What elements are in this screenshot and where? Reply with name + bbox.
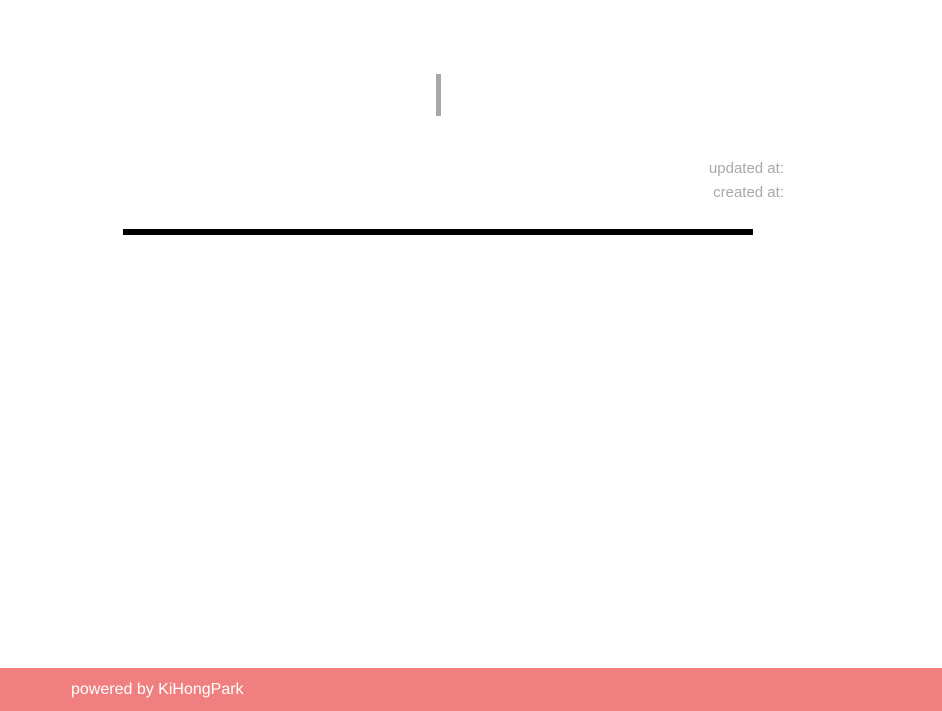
footer-credit: powered by KiHongPark [71, 681, 244, 698]
updated-at-label: updated at: [708, 160, 784, 177]
header-divider [123, 229, 753, 235]
post-page: updated at: created at: powered by KiHon… [0, 0, 942, 711]
post-header [123, 74, 753, 116]
post-meta: updated at: created at: [709, 157, 788, 205]
created-at-row: created at: [709, 181, 788, 205]
footer: powered by KiHongPark [0, 668, 942, 711]
post-body [123, 250, 753, 650]
title-accent-bar [436, 74, 441, 116]
created-at-label: created at: [713, 184, 784, 201]
updated-at-row: updated at: [709, 157, 788, 181]
